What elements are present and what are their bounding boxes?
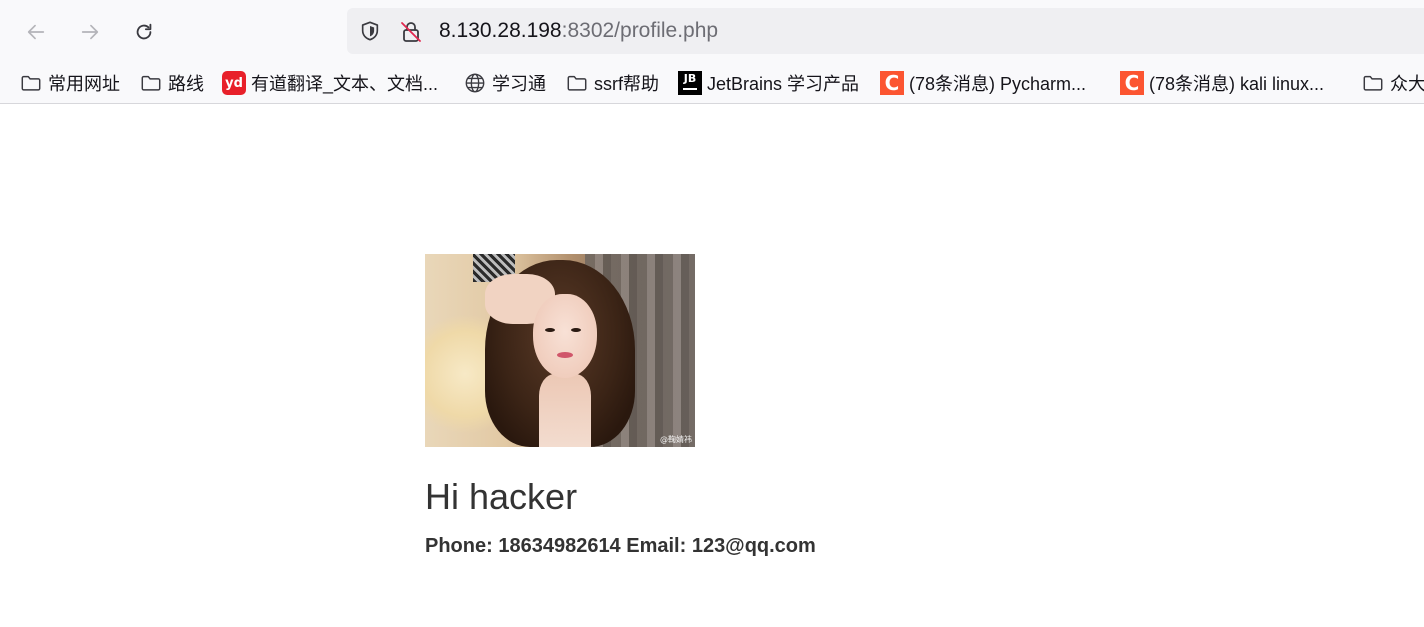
profile-photo: @鞠婧祎	[425, 254, 695, 447]
contact-info: Phone: 18634982614 Email: 123@qq.com	[425, 535, 816, 557]
bookmark-label: 学习通	[492, 74, 546, 94]
arrow-right-icon	[81, 24, 99, 40]
csdn-icon: C	[880, 71, 904, 95]
profile-content: @鞠婧祎 Hi hacker Phone: 18634982614 Email:…	[425, 254, 816, 557]
bookmark-label: (78条消息) kali linux...	[1149, 74, 1325, 94]
jetbrains-icon-text: JB	[683, 72, 697, 85]
bookmark-label: 有道翻译_文本、文档...	[251, 74, 439, 94]
bookmark-label: 众大	[1390, 74, 1424, 94]
bookmarks-toolbar: 常用网址 路线 yd 有道翻译_文本、文档... 学习通 ssrf帮助 JB J…	[0, 64, 1424, 104]
url-path: :8302/profile.php	[561, 19, 719, 42]
forward-button[interactable]	[72, 14, 108, 50]
bookmark-label: (78条消息) Pycharm...	[909, 74, 1087, 94]
url-host: 8.130.28.198	[439, 19, 562, 42]
folder-icon	[139, 71, 163, 95]
bookmark-csdn-kali[interactable]: C (78条消息) kali linux...	[1120, 69, 1324, 97]
folder-icon	[565, 71, 589, 95]
photo-watermark: @鞠婧祎	[660, 435, 692, 444]
address-bar[interactable]: 8.130.28.198:8302/profile.php	[347, 8, 1424, 54]
bookmark-folder-zhongda[interactable]: 众大	[1361, 69, 1424, 97]
bookmark-folder-routes[interactable]: 路线	[139, 69, 204, 97]
bookmark-label: ssrf帮助	[594, 74, 659, 94]
bookmark-label: JetBrains 学习产品	[707, 74, 860, 94]
bookmark-folder-ssrf[interactable]: ssrf帮助	[565, 69, 659, 97]
globe-icon	[463, 71, 487, 95]
bookmark-label: 常用网址	[48, 74, 120, 94]
greeting-heading: Hi hacker	[425, 476, 578, 517]
back-button[interactable]	[18, 14, 54, 50]
bookmark-jetbrains[interactable]: JB JetBrains 学习产品	[678, 69, 859, 97]
url-text[interactable]: 8.130.28.198:8302/profile.php	[439, 19, 718, 43]
youdao-icon: yd	[222, 71, 246, 95]
folder-icon	[19, 71, 43, 95]
reload-button[interactable]	[126, 14, 162, 50]
jetbrains-icon: JB	[678, 71, 702, 95]
browser-toolbar: 8.130.28.198:8302/profile.php	[0, 0, 1424, 64]
bookmark-xuexitong[interactable]: 学习通	[463, 69, 546, 97]
bookmark-csdn-pycharm[interactable]: C (78条消息) Pycharm...	[880, 69, 1086, 97]
bookmark-folder-common-sites[interactable]: 常用网址	[19, 69, 120, 97]
shield-icon[interactable]	[359, 20, 381, 42]
csdn-icon: C	[1120, 71, 1144, 95]
arrow-left-icon	[27, 24, 45, 40]
insecure-lock-icon[interactable]	[399, 20, 423, 44]
reload-icon	[136, 23, 152, 40]
bookmark-youdao[interactable]: yd 有道翻译_文本、文档...	[222, 69, 438, 97]
folder-icon	[1361, 71, 1385, 95]
bookmark-label: 路线	[168, 74, 204, 94]
